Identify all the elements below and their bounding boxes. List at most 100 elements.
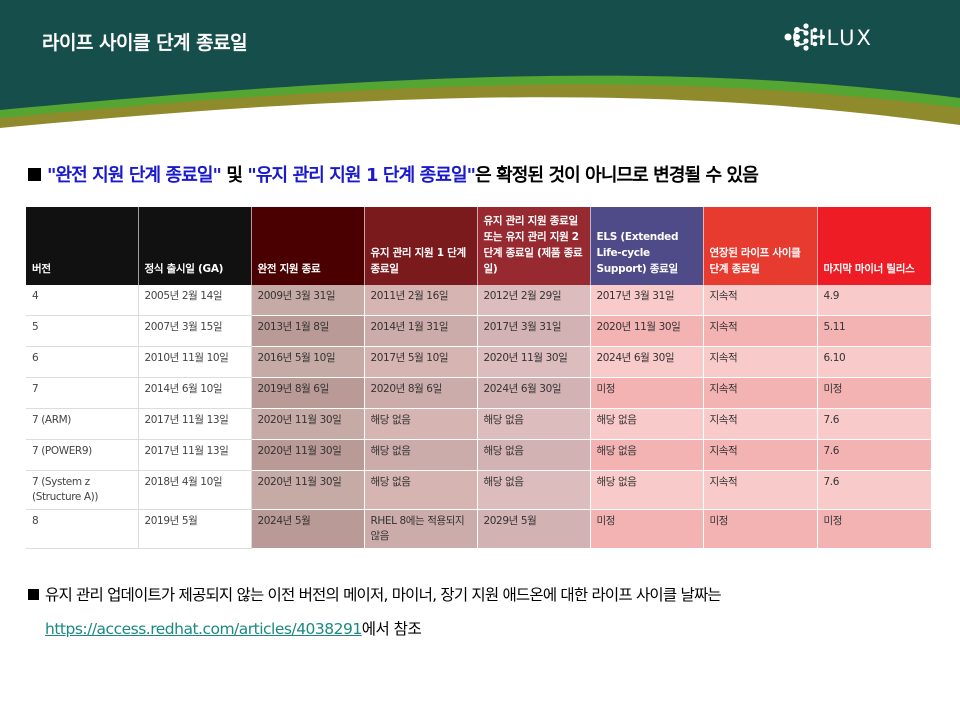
table-header-row: 버전 정식 출시일 (GA) 완전 지원 종료 유지 관리 지원 1 단계 종료일 유지… xyxy=(26,207,932,285)
table-cell: 2013년 1월 8일 xyxy=(251,315,365,347)
table-row: 7 (POWER9) 2017년 11월 13일 2020년 11월 30일 해당 없… xyxy=(26,439,932,471)
table-cell: 미정 xyxy=(590,377,704,409)
logo-dots-icon xyxy=(784,23,825,51)
table-cell: 2024년 6월 30일 xyxy=(590,346,704,378)
square-bullet-icon xyxy=(28,168,41,181)
table-cell: 2012년 2월 29일 xyxy=(477,285,591,316)
disclaimer-note: "완전 지원 단계 종료일" 및 "유지 관리 지원 1 단계 종료일"은 확정… xyxy=(28,161,759,187)
table-cell: 7 (POWER9) xyxy=(26,439,139,471)
table-cell: 2020년 11월 30일 xyxy=(477,346,591,378)
table-row: 8 2019년 5월 2024년 5월 RHEL 8에는 적용되지 않음 2029년 5… xyxy=(26,509,932,549)
table-cell: 2019년 8월 6일 xyxy=(251,377,365,409)
table-cell: RHEL 8에는 적용되지 않음 xyxy=(364,509,478,549)
table-cell: 7 xyxy=(26,377,139,409)
table-cell: 해당 없음 xyxy=(590,408,704,440)
table-row: 7 2014년 6월 10일 2019년 8월 6일 2020년 8월 6일 2024년… xyxy=(26,377,932,409)
table-cell: 해당 없음 xyxy=(364,408,478,440)
table-cell: 지속적 xyxy=(703,285,818,316)
table-cell: 7.6 xyxy=(817,470,932,510)
table-row: 5 2007년 3월 15일 2013년 1월 8일 2014년 1월 31일 2017… xyxy=(26,315,932,347)
table-cell: 5.11 xyxy=(817,315,932,347)
column-header: 버전 xyxy=(26,207,139,285)
table-cell: 2024년 6월 30일 xyxy=(477,377,591,409)
table-cell: 해당 없음 xyxy=(477,408,591,440)
table-cell: 지속적 xyxy=(703,470,818,510)
table-cell: 지속적 xyxy=(703,346,818,378)
footer-reference: https://access.redhat.com/articles/40382… xyxy=(45,617,422,639)
table-cell: 2005년 2월 14일 xyxy=(138,285,252,316)
table-cell: 해당 없음 xyxy=(364,439,478,471)
table-cell: 2014년 6월 10일 xyxy=(138,377,252,409)
column-header: 유지 관리 지원 종료일 또는 유지 관리 지원 2 단계 종료일 (제품 종료… xyxy=(477,207,591,285)
table-row: 4 2005년 2월 14일 2009년 3월 31일 2011년 2월 16일 201… xyxy=(26,285,932,316)
table-cell: 해당 없음 xyxy=(590,470,704,510)
note-highlight-full-support: "완전 지원 단계 종료일" xyxy=(47,165,222,186)
table-cell: 2020년 8월 6일 xyxy=(364,377,478,409)
header-banner: 라이프 사이클 단계 종료일 CHLUX xyxy=(0,0,960,135)
table-cell: 지속적 xyxy=(703,408,818,440)
table-cell: 2017년 11월 13일 xyxy=(138,439,252,471)
table-cell: 2007년 3월 15일 xyxy=(138,315,252,347)
table-cell: 4.9 xyxy=(817,285,932,316)
chlux-logo: CHLUX xyxy=(784,22,873,54)
note-highlight-maintenance: "유지 관리 지원 1 단계 종료일" xyxy=(247,165,476,186)
table-cell: 해당 없음 xyxy=(477,439,591,471)
table-cell: 2020년 11월 30일 xyxy=(590,315,704,347)
table-cell: 지속적 xyxy=(703,377,818,409)
table-row: 6 2010년 11월 10일 2016년 5월 10일 2017년 5월 10일 20… xyxy=(26,346,932,378)
table-cell: 6 xyxy=(26,346,139,378)
table-cell: 해당 없음 xyxy=(477,470,591,510)
column-header: 마지막 마이너 릴리스 xyxy=(817,207,932,285)
table-cell: 2011년 2월 16일 xyxy=(364,285,478,316)
table-cell: 2020년 11월 30일 xyxy=(251,439,365,471)
table-cell: 7.6 xyxy=(817,439,932,471)
table-cell: 미정 xyxy=(817,377,932,409)
footer-reference-suffix: 에서 참조 xyxy=(361,620,422,638)
table-cell: 2029년 5월 xyxy=(477,509,591,549)
table-cell: 6.10 xyxy=(817,346,932,378)
square-bullet-icon xyxy=(28,589,39,600)
table-cell: 2020년 11월 30일 xyxy=(251,470,365,510)
table-cell: 7.6 xyxy=(817,408,932,440)
table-cell: 2024년 5월 xyxy=(251,509,365,549)
table-cell: 지속적 xyxy=(703,315,818,347)
note-conjunction: 및 xyxy=(221,165,248,186)
table-cell: 8 xyxy=(26,509,139,549)
table-cell: 2016년 5월 10일 xyxy=(251,346,365,378)
column-header: ELS (Extended Life-cycle Support) 종료일 xyxy=(590,207,704,285)
table-cell: 2017년 11월 13일 xyxy=(138,408,252,440)
table-cell: 2019년 5월 xyxy=(138,509,252,549)
table-cell: 2017년 5월 10일 xyxy=(364,346,478,378)
table-cell: 5 xyxy=(26,315,139,347)
table-cell: 2010년 11월 10일 xyxy=(138,346,252,378)
column-header: 유지 관리 지원 1 단계 종료일 xyxy=(364,207,478,285)
table-cell: 미정 xyxy=(817,509,932,549)
lifecycle-table: 버전 정식 출시일 (GA) 완전 지원 종료 유지 관리 지원 1 단계 종료일 유지… xyxy=(26,207,932,549)
table-cell: 2017년 3월 31일 xyxy=(477,315,591,347)
table-body: 4 2005년 2월 14일 2009년 3월 31일 2011년 2월 16일 201… xyxy=(26,285,932,549)
table-row: 7 (ARM) 2017년 11월 13일 2020년 11월 30일 해당 없음 해당… xyxy=(26,408,932,440)
redhat-articles-link[interactable]: https://access.redhat.com/articles/40382… xyxy=(45,620,362,638)
table-cell: 7 (ARM) xyxy=(26,408,139,440)
column-header: 정식 출시일 (GA) xyxy=(138,207,252,285)
table-cell: 2017년 3월 31일 xyxy=(590,285,704,316)
header-background xyxy=(0,0,960,128)
table-cell: 해당 없음 xyxy=(364,470,478,510)
footer-note: 유지 관리 업데이트가 제공되지 않는 이전 버전의 메이저, 마이너, 장기 … xyxy=(28,583,722,605)
footer-text: 유지 관리 업데이트가 제공되지 않는 이전 버전의 메이저, 마이너, 장기 … xyxy=(45,586,722,604)
table-cell: 2020년 11월 30일 xyxy=(251,408,365,440)
table-cell: 미정 xyxy=(703,509,818,549)
column-header: 완전 지원 종료 xyxy=(251,207,365,285)
table-cell: 해당 없음 xyxy=(590,439,704,471)
table-row: 7 (System z (Structure A)) 2018년 4월 10일 20… xyxy=(26,470,932,510)
column-header: 연장된 라이프 사이클 단계 종료일 xyxy=(703,207,818,285)
table-cell: 지속적 xyxy=(703,439,818,471)
table-cell: 2014년 1월 31일 xyxy=(364,315,478,347)
table-cell: 7 (System z (Structure A)) xyxy=(26,470,139,510)
table-cell: 미정 xyxy=(590,509,704,549)
table-cell: 2018년 4월 10일 xyxy=(138,470,252,510)
note-suffix: 은 확정된 것이 아니므로 변경될 수 있음 xyxy=(475,165,759,186)
slide-title: 라이프 사이클 단계 종료일 xyxy=(42,32,248,54)
table-cell: 4 xyxy=(26,285,139,316)
table-cell: 2009년 3월 31일 xyxy=(251,285,365,316)
